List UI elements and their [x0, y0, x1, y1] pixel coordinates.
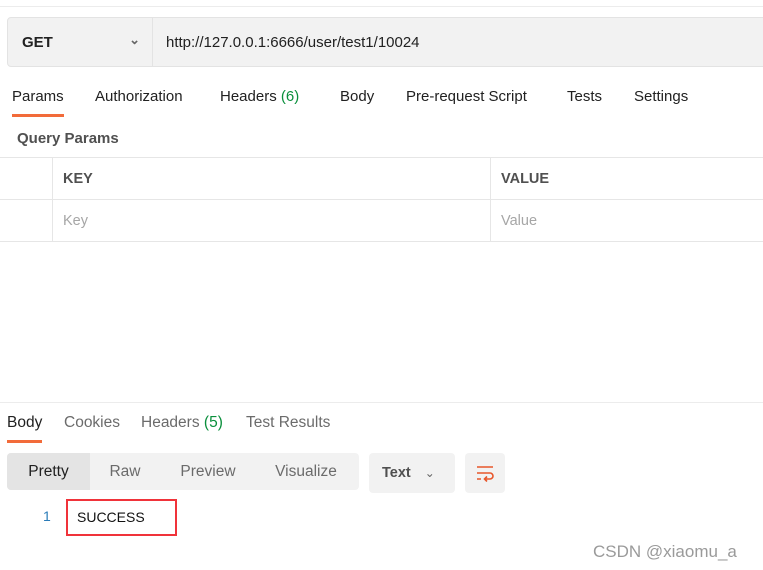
- tab-cookies[interactable]: Cookies: [64, 414, 120, 432]
- tab-tests[interactable]: Tests: [567, 88, 602, 105]
- method-select[interactable]: GET ⌄: [8, 18, 153, 66]
- tab-response-headers[interactable]: Headers (5): [141, 414, 223, 432]
- request-bar: GET ⌄ http://127.0.0.1:6666/user/test1/10…: [7, 17, 763, 67]
- line-number: 1: [43, 508, 51, 524]
- query-params-title: Query Params: [17, 130, 119, 147]
- key-input[interactable]: Key: [53, 200, 491, 241]
- tab-pre-request-script[interactable]: Pre-request Script: [406, 88, 527, 105]
- view-preview[interactable]: Preview: [160, 453, 256, 490]
- tab-body[interactable]: Body: [340, 88, 374, 105]
- table-header: KEY VALUE: [0, 158, 763, 200]
- divider: [0, 402, 763, 403]
- format-select[interactable]: Text ⌄: [369, 453, 455, 493]
- url-input[interactable]: http://127.0.0.1:6666/user/test1/10024: [153, 18, 420, 66]
- view-visualize[interactable]: Visualize: [256, 453, 356, 490]
- view-mode-group: Pretty Raw Preview Visualize: [7, 453, 359, 490]
- wrap-icon: [477, 466, 494, 482]
- wrap-lines-button[interactable]: [465, 453, 505, 493]
- tab-response-body[interactable]: Body: [7, 414, 43, 443]
- view-raw[interactable]: Raw: [90, 453, 160, 490]
- chevron-down-icon: ⌄: [129, 32, 140, 47]
- method-label: GET: [22, 33, 53, 51]
- divider: [0, 6, 763, 7]
- format-label: Text: [382, 465, 411, 481]
- tab-test-results[interactable]: Test Results: [246, 414, 330, 432]
- response-text: SUCCESS: [77, 509, 145, 525]
- query-params-table: KEY VALUE Key Value: [0, 157, 763, 242]
- key-header: KEY: [53, 158, 491, 199]
- row-checkbox[interactable]: [0, 200, 53, 241]
- chevron-down-icon: ⌄: [424, 466, 435, 480]
- tab-authorization[interactable]: Authorization: [95, 88, 183, 105]
- tab-settings[interactable]: Settings: [634, 88, 688, 105]
- table-row: Key Value: [0, 200, 763, 242]
- view-pretty[interactable]: Pretty: [7, 453, 90, 490]
- tab-headers[interactable]: Headers (6): [220, 88, 299, 105]
- tab-params[interactable]: Params: [12, 88, 64, 117]
- watermark: CSDN @xiaomu_a: [593, 542, 737, 561]
- value-header: VALUE: [501, 170, 550, 187]
- value-input[interactable]: Value: [491, 200, 537, 241]
